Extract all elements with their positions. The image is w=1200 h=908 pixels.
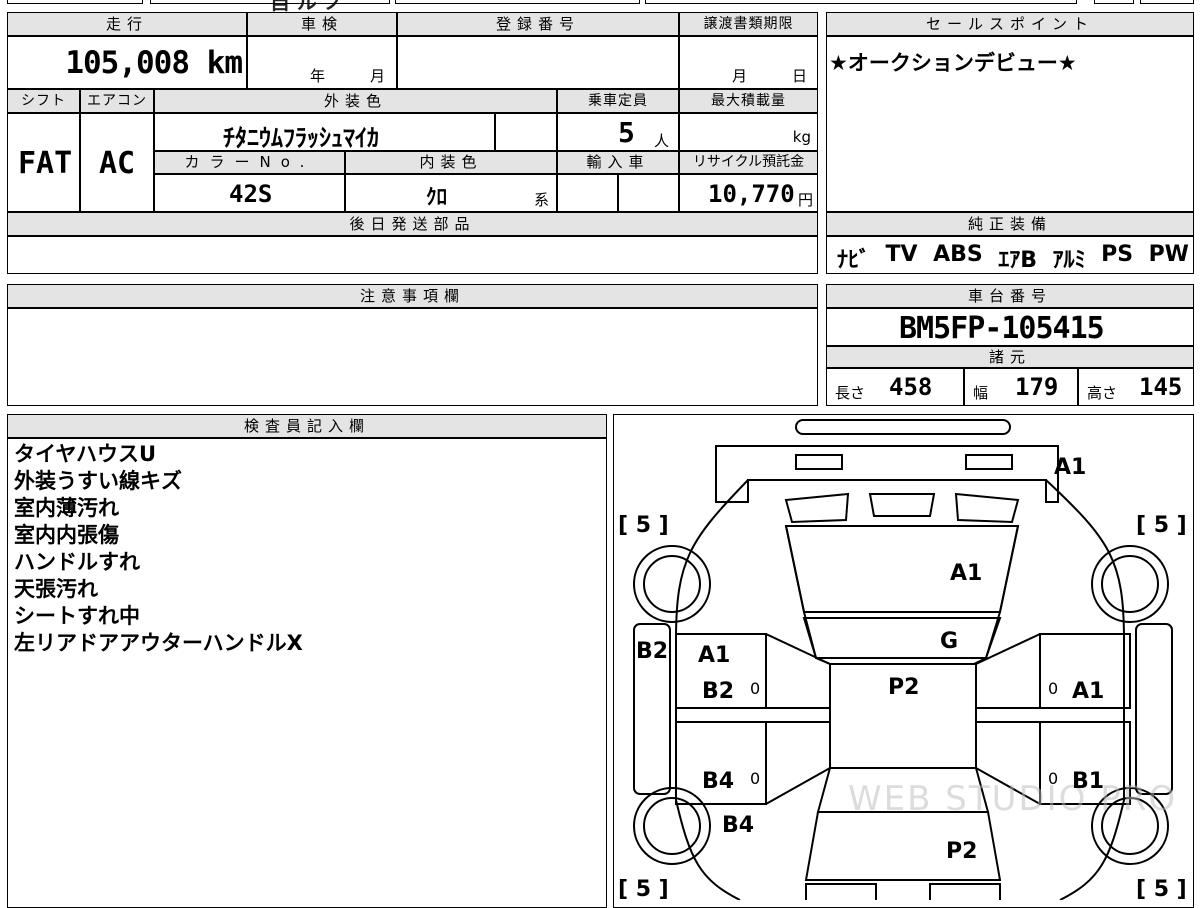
mark-roof: P2 — [888, 675, 919, 700]
a-pillar-left — [785, 525, 831, 665]
fog-light-right — [965, 454, 1013, 470]
right-side-panel — [1135, 623, 1173, 795]
mark-hood: A1 — [950, 561, 982, 586]
hood — [784, 525, 1020, 613]
mark-windshield: G — [940, 629, 958, 654]
mark-left-rear-door: B4 — [702, 769, 734, 794]
fog-light-left — [795, 454, 843, 470]
headlight-left — [784, 492, 850, 524]
grille — [868, 493, 936, 517]
tire-front-left — [633, 545, 711, 623]
mark-left-front-door-1: A1 — [698, 643, 730, 668]
handle-mark-lf: 0 — [750, 679, 760, 698]
mark-trunk: P2 — [946, 839, 977, 864]
mark-left-rear-fender: B4 — [722, 813, 754, 838]
diagram-watermark: WEB STUDIO PRO — [848, 779, 1177, 819]
headlight-right — [954, 492, 1020, 524]
a-pillar-right — [973, 525, 1019, 665]
handle-mark-lr: 0 — [750, 769, 760, 788]
mark-front-bumper: A1 — [1054, 455, 1086, 480]
handle-mark-rf: 0 — [1048, 679, 1058, 698]
tire-mark-rr: [ 5 ] — [1136, 877, 1187, 900]
mark-right-front-door: A1 — [1072, 679, 1104, 704]
tire-mark-fl: [ 5 ] — [618, 513, 669, 538]
tire-rear-left — [633, 787, 711, 865]
car-diagram: WEB STUDIO PRO [ 5 ] [ 5 ] [ 5 ] [ 5 ] A… — [618, 419, 1187, 900]
rear-bumper-part — [805, 883, 877, 900]
handle-mark-rr: 0 — [1048, 769, 1058, 788]
mark-right-rear-door: B1 — [1072, 769, 1104, 794]
tire-mark-fr: [ 5 ] — [1136, 513, 1187, 538]
mark-left-front-fender: B2 — [636, 639, 668, 664]
windshield — [802, 617, 1002, 659]
tire-front-right — [1091, 545, 1169, 623]
tire-mark-rl: [ 5 ] — [618, 877, 669, 900]
mark-left-front-door-2: B2 — [702, 679, 734, 704]
front-bumper-bar — [795, 419, 1011, 435]
